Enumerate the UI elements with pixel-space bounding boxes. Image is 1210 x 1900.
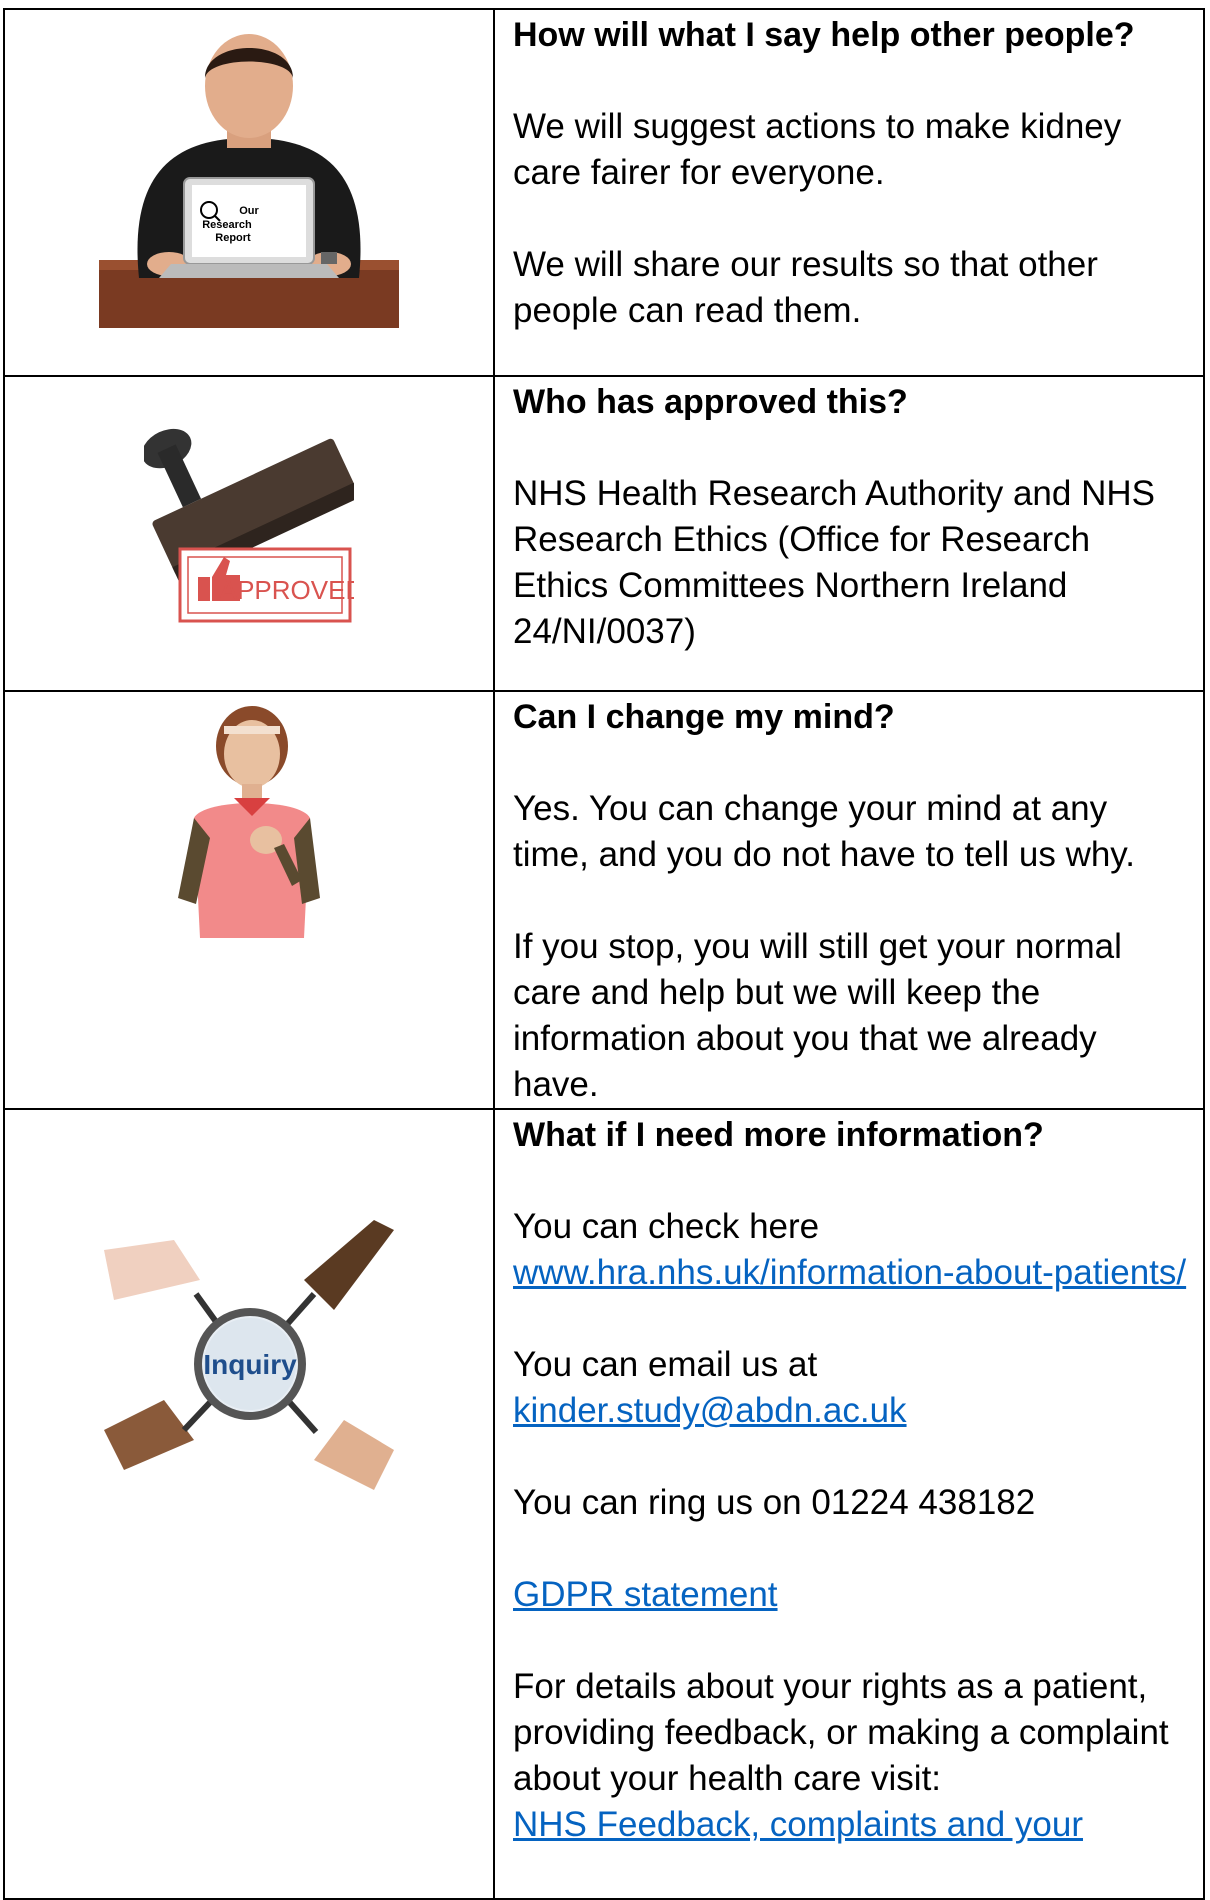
screen-line: Report	[215, 232, 251, 244]
nhs-feedback-link[interactable]: NHS Feedback, complaints and your	[513, 1805, 1083, 1844]
section-heading: Who has approved this?	[513, 383, 908, 421]
paragraph: If you stop, you will still get your nor…	[513, 927, 1122, 1104]
table-row: Inquiry What if I need more information?…	[3, 1108, 1205, 1900]
hra-link[interactable]: www.hra.nhs.uk/information-about-patient…	[513, 1253, 1186, 1292]
section-heading: Can I change my mind?	[513, 698, 895, 736]
lens-text: Inquiry	[203, 1349, 297, 1380]
table-row: Our Research Report How will what I say …	[3, 8, 1205, 377]
gdpr-link[interactable]: GDPR statement	[513, 1575, 778, 1614]
paragraph: We will suggest actions to make kidney c…	[513, 107, 1122, 192]
text-cell: How will what I say help other people? W…	[493, 8, 1205, 377]
text-cell: Who has approved this? NHS Health Resear…	[493, 375, 1205, 692]
screen-line: Our	[239, 205, 259, 217]
paragraph: You can ring us on 01224 438182	[513, 1483, 1036, 1522]
text-cell: What if I need more information? You can…	[493, 1108, 1205, 1900]
info-table: Our Research Report How will what I say …	[3, 8, 1205, 1900]
email-link[interactable]: kinder.study@abdn.ac.uk	[513, 1391, 907, 1430]
screen-line: Research	[202, 219, 252, 231]
text-cell: Can I change my mind? Yes. You can chang…	[493, 690, 1205, 1110]
table-row: APPROVED Who has approved this? NHS Heal…	[3, 375, 1205, 692]
man-with-laptop-icon: Our Research Report	[99, 28, 399, 328]
table-row: Can I change my mind? Yes. You can chang…	[3, 690, 1205, 1110]
approved-stamp-icon: APPROVED	[144, 387, 354, 627]
paragraph: NHS Health Research Authority and NHS Re…	[513, 474, 1155, 651]
section-heading: How will what I say help other people?	[513, 16, 1135, 54]
stamp-text: APPROVED	[220, 575, 354, 605]
paragraph: For details about your rights as a patie…	[513, 1667, 1169, 1798]
paragraph: Yes. You can change your mind at any tim…	[513, 789, 1135, 874]
paragraph: You can check here	[513, 1207, 820, 1246]
section-heading: What if I need more information?	[513, 1116, 1044, 1154]
image-cell	[3, 690, 495, 1110]
woman-hand-on-chest-icon	[174, 698, 324, 948]
image-cell: APPROVED	[3, 375, 495, 692]
paragraph: You can email us at	[513, 1345, 818, 1384]
inquiry-magnifier-icon: Inquiry	[104, 1220, 394, 1510]
image-cell: Inquiry	[3, 1108, 495, 1900]
image-cell: Our Research Report	[3, 8, 495, 377]
paragraph: We will share our results so that other …	[513, 245, 1098, 330]
